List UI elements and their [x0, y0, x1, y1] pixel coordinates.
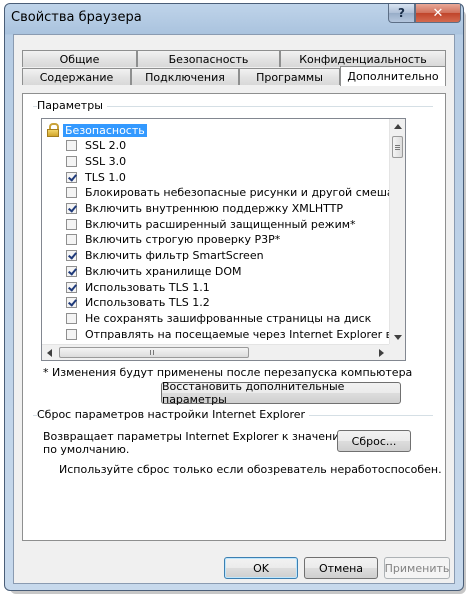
restore-advanced-button[interactable]: Восстановить дополнительные параметры — [161, 380, 401, 406]
help-button[interactable]: ? — [388, 4, 415, 23]
setting-item[interactable]: SSL 2.0 — [66, 138, 126, 154]
setting-item[interactable]: Отправлять на посещаемые через Internet … — [66, 326, 399, 342]
tab-connections[interactable]: Подключения — [131, 68, 239, 85]
reset-description-line2: по умолчанию. — [43, 443, 130, 456]
setting-checkbox[interactable] — [66, 328, 77, 340]
reset-warning: Используйте сброс только если обозревате… — [59, 463, 442, 476]
setting-label: Включить строгую проверку P3P* — [85, 233, 281, 247]
setting-label: Включить расширенный защищенный режим* — [85, 217, 356, 231]
setting-item[interactable]: Включить строгую проверку P3P* — [66, 232, 280, 248]
scroll-down-arrow[interactable] — [394, 335, 402, 340]
window-title: Свойства браузера — [11, 10, 142, 25]
scroll-up-arrow[interactable] — [394, 124, 402, 129]
setting-checkbox[interactable] — [66, 265, 77, 277]
setting-item[interactable]: TLS 1.0 — [66, 169, 126, 185]
setting-item[interactable]: Использовать TLS 1.1 — [66, 279, 210, 295]
params-group-label: Параметры — [37, 99, 107, 112]
tab-security[interactable]: Безопасность — [137, 50, 280, 67]
tab-advanced[interactable]: Дополнительно — [340, 66, 446, 86]
advanced-tab-panel: Параметры Безопасность SSL 2.0 SSL 3.0 TLS … — [22, 93, 446, 541]
vertical-scrollbar[interactable] — [389, 119, 405, 345]
restart-note: * Изменения будут применены после переза… — [43, 366, 413, 379]
setting-checkbox[interactable] — [66, 203, 77, 214]
tab-privacy[interactable]: Конфиденциальность — [280, 50, 446, 67]
scroll-right-arrow[interactable] — [379, 349, 384, 357]
tab-general[interactable]: Общие — [22, 50, 137, 67]
close-button[interactable]: ✕ — [415, 4, 461, 23]
reset-group-label: Сброс параметров настройки Internet Expl… — [37, 408, 310, 421]
setting-checkbox[interactable] — [66, 218, 77, 230]
setting-label: Использовать TLS 1.1 — [85, 280, 210, 294]
setting-checkbox[interactable] — [66, 297, 77, 309]
dialog-window: Свойства браузера ? ✕ Общие Безопасность… — [4, 3, 464, 591]
setting-checkbox[interactable] — [66, 155, 77, 167]
setting-item[interactable]: Не сохранять зашифрованные страницы на д… — [66, 310, 371, 326]
setting-checkbox[interactable] — [66, 234, 77, 246]
setting-item[interactable]: Использовать TLS 1.2 — [66, 295, 210, 311]
setting-label: Блокировать небезопасные рисунки и друго… — [85, 186, 406, 200]
dialog-client-area: Общие Безопасность Конфиденциальность Со… — [13, 34, 455, 584]
tab-programs[interactable]: Программы — [239, 68, 340, 85]
setting-checkbox[interactable] — [66, 281, 77, 293]
setting-checkbox[interactable] — [66, 250, 77, 262]
setting-label: Включить фильтр SmartScreen — [85, 249, 264, 263]
category-label: Безопасность — [63, 123, 147, 137]
setting-item[interactable]: Включить фильтр SmartScreen — [66, 248, 264, 264]
setting-checkbox[interactable] — [66, 187, 77, 199]
category-security[interactable]: Безопасность — [47, 122, 147, 138]
reset-button[interactable]: Сброс... — [337, 430, 411, 452]
reset-description-line1: Возвращает параметры Internet Explorer к… — [43, 430, 355, 443]
setting-label: Отправлять на посещаемые через Internet … — [85, 327, 399, 341]
setting-item[interactable]: Включить расширенный защищенный режим* — [66, 216, 356, 232]
tab-content[interactable]: Содержание — [22, 68, 131, 85]
setting-checkbox[interactable] — [66, 312, 77, 324]
setting-label: SSL 3.0 — [85, 154, 127, 168]
setting-checkbox[interactable] — [66, 171, 77, 183]
setting-label: Использовать TLS 1.2 — [85, 296, 210, 310]
close-icon: ✕ — [432, 5, 444, 21]
setting-item[interactable]: Включить хранилище DOM — [66, 263, 242, 279]
setting-label: Включить внутреннюю поддержку XMLHTTP — [85, 202, 344, 215]
horizontal-scroll-thumb[interactable] — [59, 347, 249, 358]
setting-label: SSL 2.0 — [85, 139, 127, 153]
lock-icon — [47, 123, 59, 137]
setting-label: Не сохранять зашифрованные страницы на д… — [85, 311, 372, 325]
scrollbar-corner — [389, 344, 405, 360]
setting-label: TLS 1.0 — [85, 170, 126, 184]
horizontal-scrollbar[interactable] — [42, 344, 389, 360]
setting-item[interactable]: Включить внутреннюю поддержку XMLHTTP — [66, 201, 343, 217]
cancel-button[interactable]: Отмена — [304, 557, 378, 579]
ok-button[interactable]: OK — [224, 557, 298, 579]
setting-item[interactable]: Блокировать небезопасные рисунки и друго… — [66, 185, 406, 201]
vertical-scroll-thumb[interactable] — [392, 136, 403, 158]
setting-checkbox[interactable] — [66, 140, 77, 152]
help-icon: ? — [398, 6, 405, 20]
apply-button[interactable]: Применить — [384, 557, 450, 579]
setting-label: Включить хранилище DOM — [85, 264, 242, 278]
setting-item[interactable]: SSL 3.0 — [66, 153, 126, 169]
scroll-left-arrow[interactable] — [47, 349, 52, 357]
settings-list[interactable]: Безопасность SSL 2.0 SSL 3.0 TLS 1.0 Блокиро… — [41, 118, 406, 361]
